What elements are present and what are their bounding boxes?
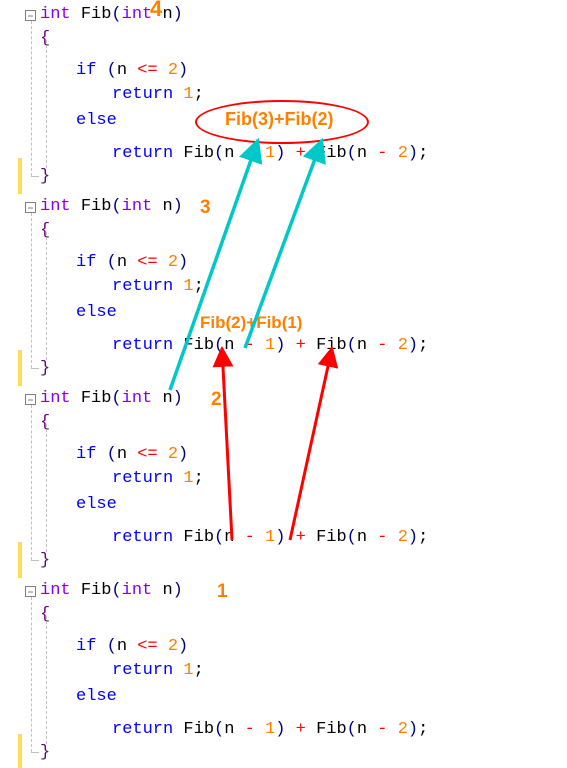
code-line: return 1;: [112, 662, 204, 679]
guide-line: [46, 616, 47, 744]
code-line: if (n <= 2): [76, 62, 188, 79]
fold-icon[interactable]: [25, 586, 36, 597]
code-line: return Fib(n - 1) + Fib(n - 2);: [112, 721, 428, 738]
guide-line: [31, 21, 32, 176]
arrow-red: [290, 348, 332, 540]
fold-icon[interactable]: [25, 202, 36, 213]
marker-2: 2: [211, 390, 222, 409]
marker-1: 1: [217, 582, 228, 601]
code-line: else: [76, 112, 117, 129]
code-line: }: [40, 552, 50, 569]
fold-icon[interactable]: [25, 394, 36, 405]
code-line: if (n <= 2): [76, 446, 188, 463]
guide-line: [31, 752, 39, 753]
code-line: return 1;: [112, 86, 204, 103]
code-line: if (n <= 2): [76, 254, 188, 271]
code-line: }: [40, 168, 50, 185]
annotation-fib2-fib1: Fib(2)+Fib(1): [200, 314, 302, 331]
code-diagram: int Fib(int n) 4 { if (n <= 2) return 1;…: [0, 0, 567, 768]
guide-line: [31, 560, 39, 561]
guide-line: [31, 405, 32, 560]
guide-line: [31, 213, 32, 368]
marker-4: 4: [150, 0, 162, 20]
guide-line: [46, 40, 47, 168]
separator-bar: [18, 158, 22, 194]
code-line: if (n <= 2): [76, 638, 188, 655]
code-line: return Fib(n - 1) + Fib(n - 2);: [112, 145, 428, 162]
code-line: return 1;: [112, 278, 204, 295]
code-line: int Fib(int n): [40, 390, 183, 407]
code-line: }: [40, 360, 50, 377]
separator-bar: [18, 734, 22, 768]
code-line: else: [76, 304, 117, 321]
marker-3: 3: [200, 198, 211, 217]
separator-bar: [18, 350, 22, 386]
code-line: else: [76, 688, 117, 705]
guide-line: [31, 368, 39, 369]
guide-line: [31, 597, 32, 752]
code-line: return 1;: [112, 470, 204, 487]
code-line: }: [40, 744, 50, 761]
code-line: else: [76, 496, 117, 513]
guide-line: [31, 176, 39, 177]
separator-bar: [18, 542, 22, 578]
code-line: return Fib(n - 1) + Fib(n - 2);: [112, 337, 428, 354]
arrow-red: [222, 348, 232, 540]
code-line: int Fib(int n): [40, 582, 183, 599]
fold-icon[interactable]: [25, 10, 36, 21]
annotation-fib3-fib2: Fib(3)+Fib(2): [225, 110, 334, 128]
guide-line: [46, 424, 47, 552]
code-line: int Fib(int n): [40, 198, 183, 215]
guide-line: [46, 232, 47, 360]
code-line: return Fib(n - 1) + Fib(n - 2);: [112, 529, 428, 546]
